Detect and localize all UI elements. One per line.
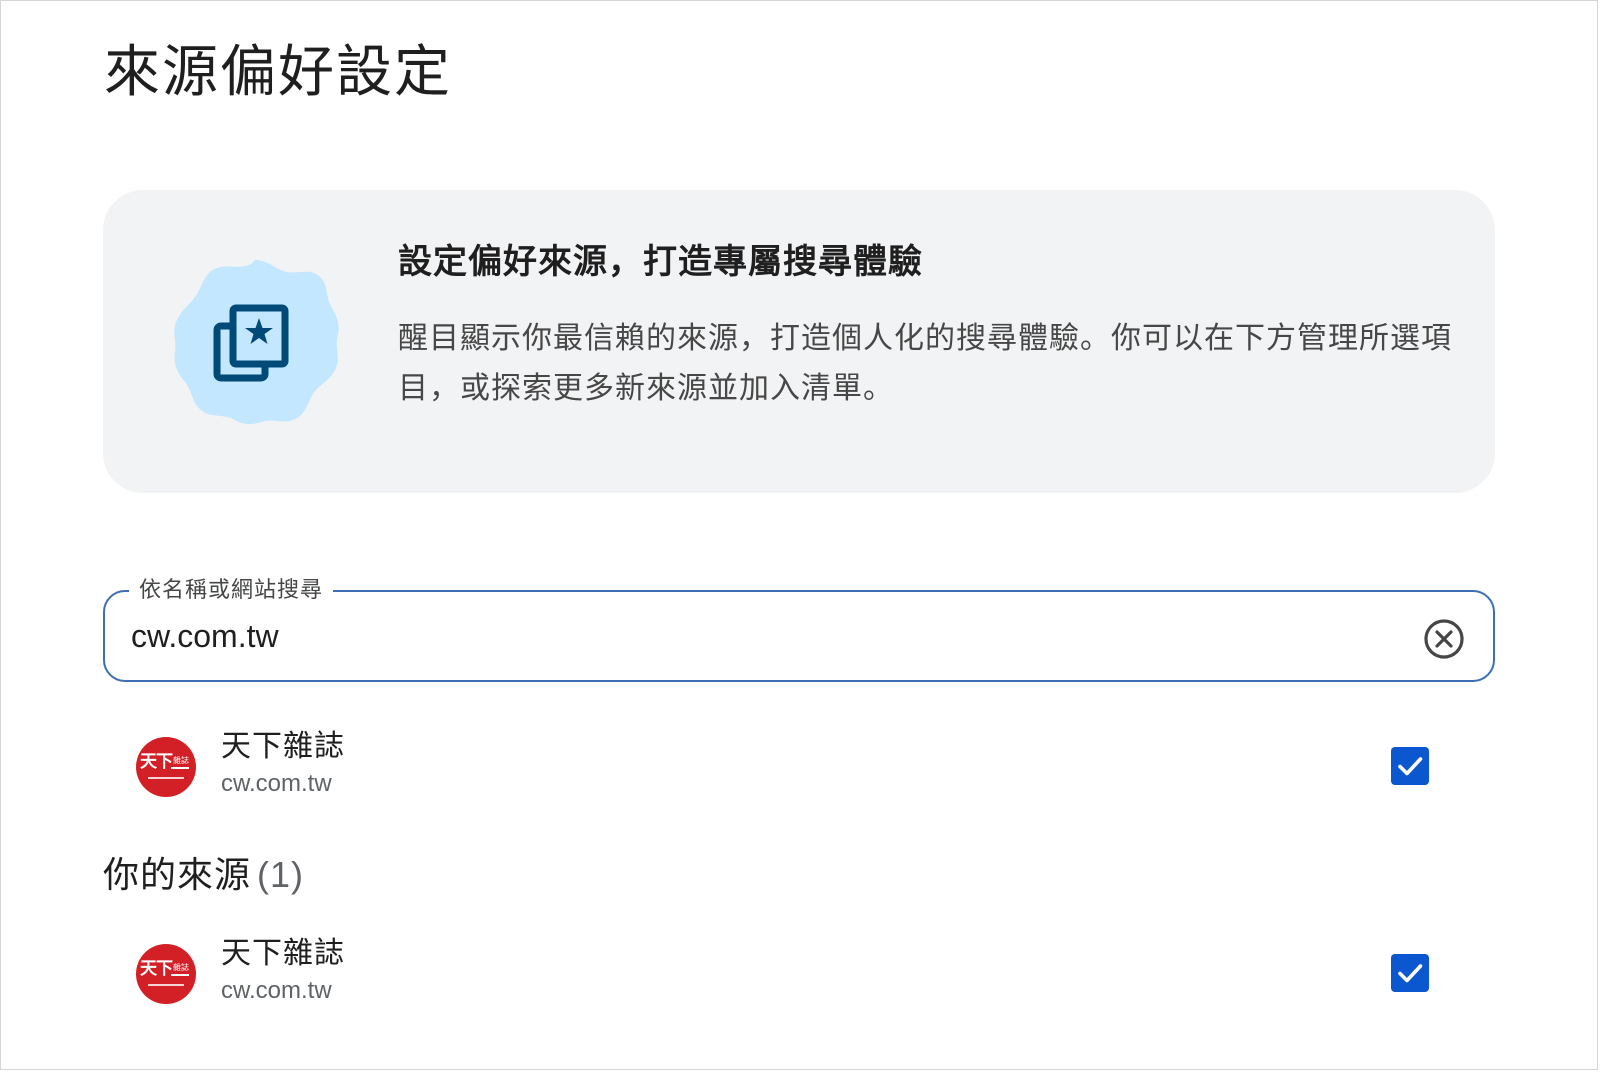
source-checkbox[interactable]	[1391, 954, 1429, 992]
checkmark-icon	[1398, 964, 1423, 983]
page-frame	[0, 0, 1598, 1070]
search-result-item[interactable]: 天下 雜誌 天下雜誌 cw.com.tw	[103, 727, 1495, 807]
source-name: 天下雜誌	[221, 937, 345, 970]
source-checkbox[interactable]	[1391, 747, 1429, 785]
source-logo: 天下 雜誌	[136, 944, 196, 1004]
close-circle-icon[interactable]	[1423, 618, 1465, 660]
info-card: 設定偏好來源，打造專屬搜尋體驗 醒目顯示你最信賴的來源，打造個人化的搜尋體驗。你…	[103, 190, 1495, 493]
your-sources-count: (1)	[257, 854, 305, 895]
your-source-item[interactable]: 天下 雜誌 天下雜誌 cw.com.tw	[103, 934, 1495, 1014]
info-card-description: 醒目顯示你最信賴的來源，打造個人化的搜尋體驗。你可以在下方管理所選項目，或探索更…	[398, 322, 1452, 405]
star-gallery-icon	[169, 256, 341, 428]
your-sources-label: 你的來源	[103, 854, 252, 895]
your-sources-title: 你的來源 (1)	[103, 850, 304, 900]
search-input[interactable]	[131, 608, 1371, 664]
source-name: 天下雜誌	[221, 730, 345, 763]
search-field[interactable]: 依名稱或網站搜尋	[103, 575, 1495, 682]
source-logo: 天下 雜誌	[136, 737, 196, 797]
page-title: 來源偏好設定	[104, 40, 452, 103]
checkmark-icon	[1398, 757, 1423, 776]
source-domain: cw.com.tw	[221, 977, 332, 1004]
info-card-heading: 設定偏好來源，打造專屬搜尋體驗	[398, 243, 923, 281]
search-label: 依名稱或網站搜尋	[129, 575, 334, 605]
source-domain: cw.com.tw	[221, 770, 332, 797]
